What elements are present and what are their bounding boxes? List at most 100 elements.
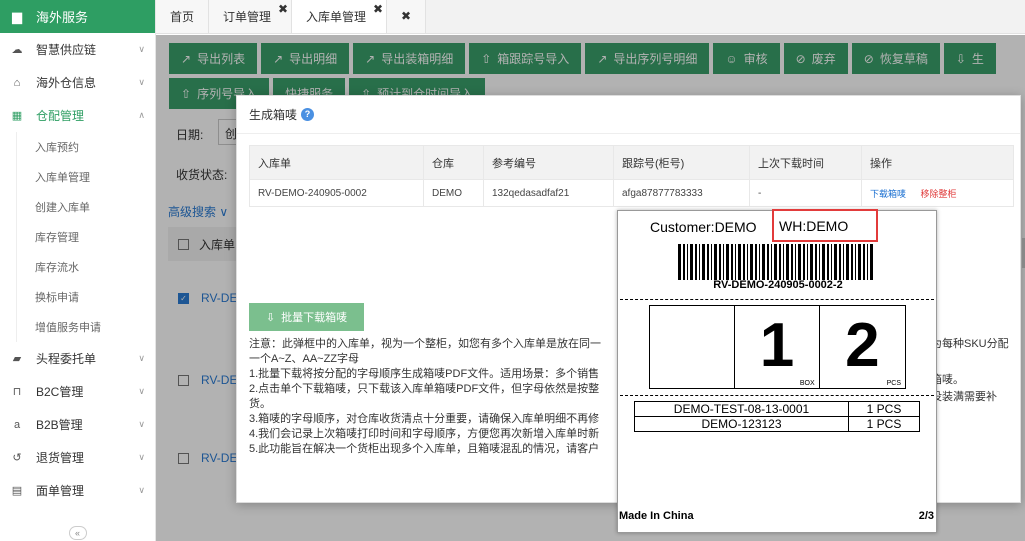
sidebar-item-label: 头程委托单 — [36, 352, 97, 366]
barcode-bar — [767, 244, 769, 280]
barcode-bar — [726, 244, 729, 280]
tab-bar: 首页 订单管理 ✖ 入库单管理 ✖ ✖ — [156, 0, 1025, 34]
barcode-bar — [762, 244, 765, 280]
sidebar-subitem[interactable]: 创建入库单 — [17, 192, 155, 222]
sidebar-subitem[interactable]: 增值服务申请 — [17, 312, 155, 342]
label-customer: Customer:DEMO — [650, 219, 757, 235]
cloud-icon: ☁ — [11, 44, 23, 56]
barcode-bar — [795, 244, 796, 280]
close-all-tabs-button[interactable]: ✖ — [387, 0, 427, 33]
barcode-bar — [779, 244, 781, 280]
column-header: 操作 — [861, 145, 1014, 180]
sidebar-submenu: 入库预约 入库单管理 创建入库单 库存管理 库存流水 换标申请 增值服务申请 — [16, 132, 155, 342]
sidebar-subitem[interactable]: 库存管理 — [17, 222, 155, 252]
barcode-bar — [683, 244, 685, 280]
tab-inbound-management[interactable]: 入库单管理 ✖ — [292, 0, 388, 33]
sidebar-item-label: 面单管理 — [36, 484, 85, 498]
cart-icon: ⊓ — [12, 386, 22, 398]
button-label: 批量下载箱唛 — [281, 312, 348, 324]
barcode-bar — [834, 244, 837, 280]
chevron-down-icon: ∨ — [138, 386, 145, 396]
sku-row: DEMO-TEST-08-13-0001 1 PCS — [634, 401, 920, 417]
amazon-icon: a — [13, 418, 21, 431]
sidebar-item-waybill[interactable]: ▤ 面单管理 ∨ — [0, 474, 155, 507]
column-header: 上次下载时间 — [749, 145, 862, 180]
barcode-bar — [822, 244, 825, 280]
inbound-table: 入库单 仓库 参考编号 跟踪号(柜号) 上次下载时间 操作 RV-DEMO-24… — [249, 145, 1014, 207]
sku-code: DEMO-123123 — [634, 416, 849, 432]
sidebar-header[interactable]: ▆ 海外服务 — [0, 0, 155, 33]
barcode-bar — [735, 244, 736, 280]
download-mark-link[interactable]: 下载箱唛 — [870, 189, 906, 199]
cell-ref: 132qedasadfaf21 — [483, 179, 614, 207]
modal-title: 生成箱唛 ? — [237, 96, 1020, 134]
briefcase-icon: ▰ — [12, 353, 22, 365]
sidebar-item-warehouse-info[interactable]: ⌂ 海外仓信息 ∨ — [0, 66, 155, 99]
sidebar-subitem[interactable]: 入库单管理 — [17, 162, 155, 192]
pcs-unit: PCS — [886, 380, 901, 387]
barcode-bar — [798, 244, 801, 280]
divider — [620, 299, 934, 300]
cell-tracking: afga87877783333 — [613, 179, 750, 207]
barcode-bar — [791, 244, 793, 280]
barcode-bar — [867, 244, 868, 280]
sku-row: DEMO-123123 1 PCS — [634, 416, 920, 432]
close-icon[interactable]: ✖ — [373, 2, 383, 16]
cell-actions: 下载箱唛 移除整柜 — [861, 179, 1014, 207]
barcode-bar — [827, 244, 829, 280]
tab-label: 入库单管理 — [306, 9, 367, 24]
label-code: RV-DEMO-240905-0002-2 — [713, 279, 843, 291]
sidebar-item-smart-supply[interactable]: ☁ 智慧供应链 ∨ — [0, 33, 155, 66]
remove-container-link[interactable]: 移除整柜 — [921, 189, 957, 199]
barcode-bar — [783, 244, 784, 280]
barcode-bar — [723, 244, 724, 280]
sidebar-item-b2b[interactable]: a B2B管理 ∨ — [0, 408, 155, 441]
shipping-mark-preview: Customer:DEMO WH:DEMO RV-DEMO-240905-000… — [617, 209, 937, 533]
divider — [620, 395, 934, 396]
cell-inbound: RV-DEMO-240905-0002 — [249, 179, 424, 207]
barcode-bar — [858, 244, 861, 280]
help-icon[interactable]: ? — [301, 108, 315, 121]
sidebar-item-b2c[interactable]: ⊓ B2C管理 ∨ — [0, 375, 155, 408]
tab-label: 订单管理 — [223, 9, 272, 24]
barcode-bar — [839, 244, 841, 280]
chevron-down-icon: ∨ — [138, 353, 145, 363]
note-right: 为每种SKU分配 — [931, 338, 1009, 350]
barcode-bar — [810, 244, 813, 280]
return-icon: ↺ — [12, 452, 22, 464]
barcode-bar — [690, 244, 693, 280]
barcode-bar — [815, 244, 817, 280]
sidebar-subitem[interactable]: 入库预约 — [17, 132, 155, 162]
chevron-down-icon: ∨ — [138, 44, 145, 54]
sidebar-item-label: 退货管理 — [36, 451, 85, 465]
barcode-bar — [738, 244, 741, 280]
label-warehouse: WH:DEMO — [772, 209, 878, 242]
cell-warehouse: DEMO — [423, 179, 484, 207]
collapse-sidebar-icon[interactable]: « — [68, 526, 87, 540]
sidebar-item-headway[interactable]: ▰ 头程委托单 ∨ — [0, 342, 155, 375]
grid-icon: ▦ — [11, 110, 23, 122]
batch-download-button[interactable]: ⇩ 批量下载箱唛 — [249, 303, 364, 331]
barcode-bar — [843, 244, 844, 280]
sidebar-item-label: B2C管理 — [36, 385, 84, 399]
column-header: 参考编号 — [483, 145, 614, 180]
barcode-bar — [743, 244, 745, 280]
sidebar-item-label: 智慧供应链 — [36, 43, 97, 57]
tab-order-management[interactable]: 订单管理 ✖ — [209, 0, 293, 33]
barcode-bar — [750, 244, 753, 280]
barcode-bar — [678, 244, 681, 280]
chevron-down-icon: ∨ — [138, 77, 145, 87]
label-page: 2/3 — [918, 510, 934, 522]
sidebar-subitem[interactable]: 换标申请 — [17, 282, 155, 312]
barcode-bar — [747, 244, 748, 280]
tab-home[interactable]: 首页 — [156, 0, 210, 33]
sku-table: DEMO-TEST-08-13-0001 1 PCS DEMO-123123 1… — [634, 401, 920, 432]
sidebar-item-returns[interactable]: ↺ 退货管理 ∨ — [0, 441, 155, 474]
close-icon[interactable]: ✖ — [278, 2, 288, 16]
sidebar-item-distribution[interactable]: ▦ 仓配管理 ∧ — [0, 99, 155, 132]
sidebar-header-label: 海外服务 — [36, 10, 89, 25]
barcode-bar — [786, 244, 789, 280]
sku-qty: 1 PCS — [848, 416, 920, 432]
barcode-bar — [755, 244, 757, 280]
sidebar-subitem[interactable]: 库存流水 — [17, 252, 155, 282]
